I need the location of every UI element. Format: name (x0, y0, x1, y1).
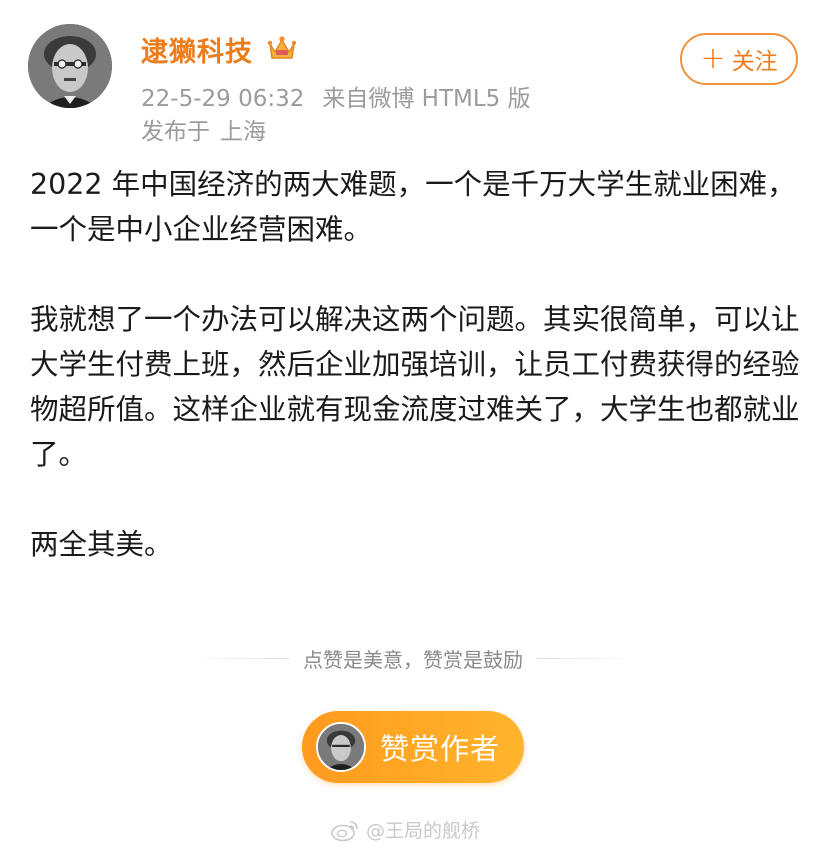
location-value: 上海 (220, 119, 266, 145)
watermark: @王局的舰桥 (330, 816, 480, 843)
reward-avatar (316, 722, 366, 772)
username[interactable]: 逮獭科技 (141, 30, 253, 69)
user-avatar[interactable] (28, 24, 112, 108)
follow-button[interactable]: + 关注 (680, 33, 798, 85)
reward-author-button[interactable]: 赞赏作者 (302, 711, 524, 783)
post-paragraph: 两全其美。 (30, 528, 173, 561)
weibo-logo-icon (331, 820, 358, 841)
post-location: 发布于 上海 (141, 112, 266, 146)
divider-line (190, 657, 289, 659)
location-label: 发布于 (141, 119, 210, 145)
divider-line (537, 657, 636, 659)
post-source: 来自微博 HTML5 版 (322, 86, 531, 112)
post-paragraph: 我就想了一个办法可以解决这两个问题。其实很简单，可以让大学生付费上班，然后企业加… (30, 303, 800, 471)
follow-label: 关注 (731, 49, 778, 75)
reward-divider: 点赞是美意，赞赏是鼓励 (190, 640, 636, 676)
post-body: 2022 年中国经济的两大难题，一个是千万大学生就业困难，一个是中小企业经营困难… (30, 162, 800, 567)
watermark-text: @王局的舰桥 (366, 820, 481, 842)
post-paragraph: 2022 年中国经济的两大难题，一个是千万大学生就业困难，一个是中小企业经营困难… (30, 168, 796, 246)
reward-button-label: 赞赏作者 (380, 732, 501, 766)
crown-vip-icon (267, 34, 297, 62)
plus-icon: + (700, 41, 726, 76)
reward-divider-text: 点赞是美意，赞赏是鼓励 (303, 647, 523, 672)
post-meta: 22-5-29 06:32 来自微博 HTML5 版 (141, 79, 531, 113)
post-timestamp: 22-5-29 06:32 (141, 86, 305, 112)
